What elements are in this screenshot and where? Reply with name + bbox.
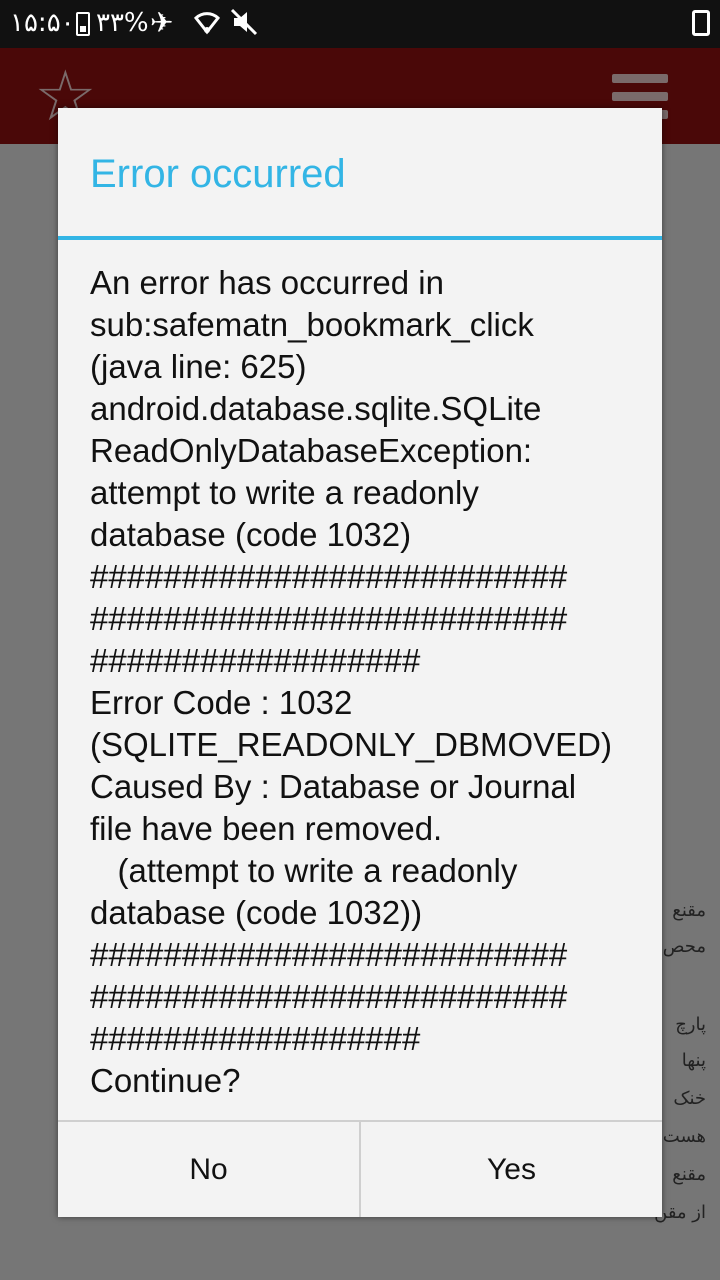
wifi-icon [193,8,221,42]
background-text: مقنع [672,900,706,921]
battery-icon [76,12,90,36]
dialog-title: Error occurred [90,152,346,196]
mute-icon [230,8,258,42]
yes-button[interactable]: Yes [361,1122,662,1217]
background-text: خنک [673,1088,706,1109]
background-text: مقنع [672,1164,706,1185]
error-dialog: Error occurred An error has occurred in … [58,108,662,1217]
status-time: ۱۵:۵۰ [10,8,75,38]
airplane-mode-icon: ✈ [150,6,174,39]
battery-percent: ۳۳% [96,8,149,38]
title-divider [58,236,662,240]
no-button[interactable]: No [58,1122,359,1217]
screen-rotation-icon [692,10,710,36]
dialog-message: An error has occurred in sub:safematn_bo… [90,264,613,1099]
status-bar: ۱۵:۵۰ ۳۳% ✈ [0,0,720,48]
background-text: محص [662,936,706,957]
background-text: پنها [681,1050,706,1071]
background-text: پارچ [675,1014,706,1035]
background-text: هست [662,1126,706,1147]
